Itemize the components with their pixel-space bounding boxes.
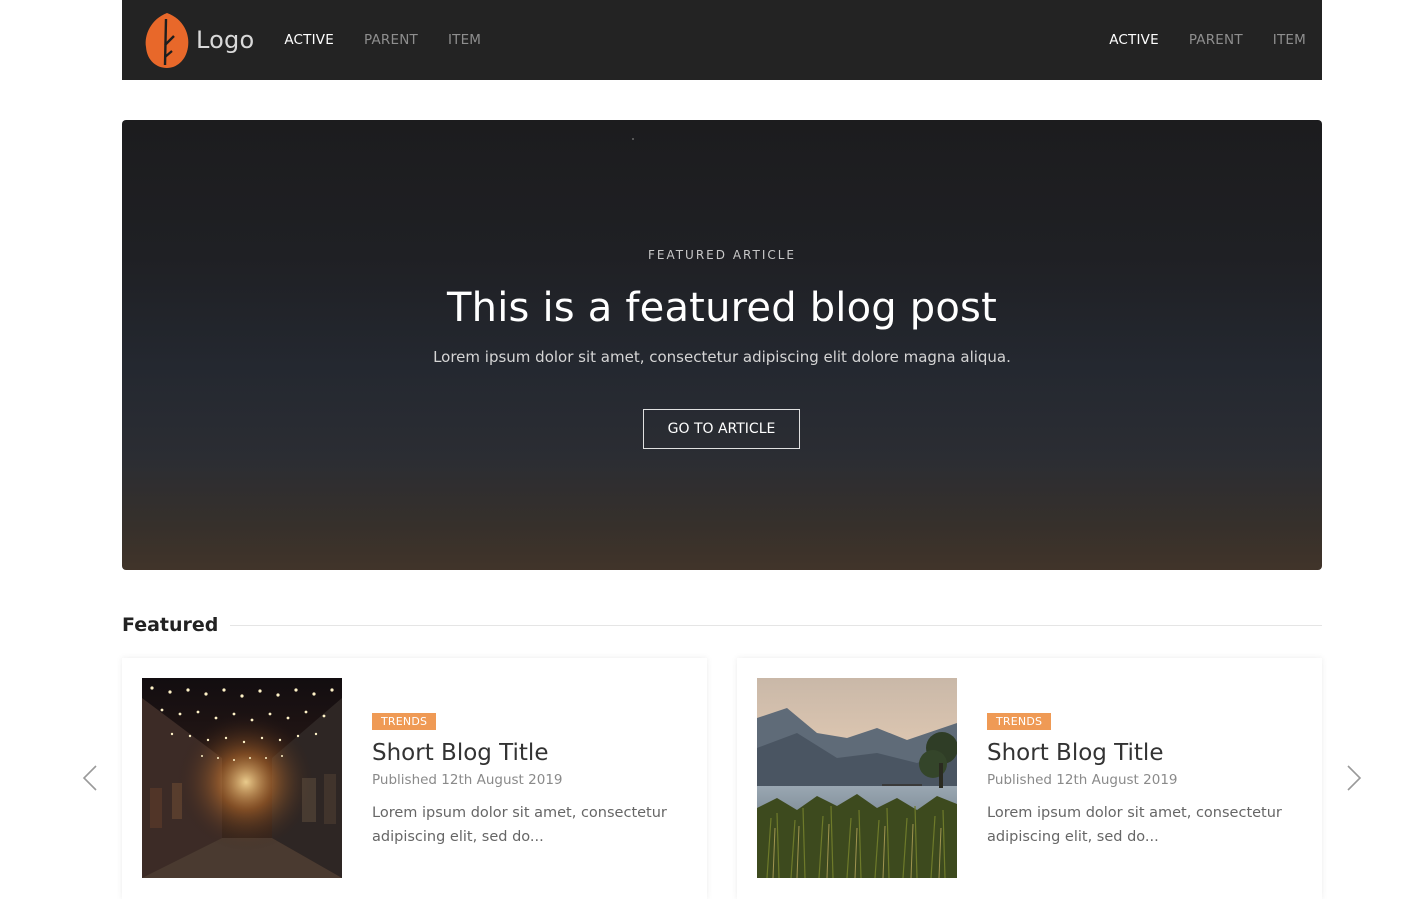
go-to-article-button[interactable]: GO TO ARTICLE	[643, 409, 800, 449]
blog-card-title[interactable]: Short Blog Title	[987, 740, 1307, 766]
blog-card-image-street-lights[interactable]	[142, 678, 342, 878]
leaf-logo-icon	[144, 11, 190, 69]
nav-right-active-link[interactable]: ACTIVE	[1109, 32, 1159, 48]
section-divider	[230, 624, 1322, 626]
nav-right-item-link[interactable]: ITEM	[1273, 32, 1306, 48]
brand-logo-link[interactable]: Logo	[144, 11, 254, 69]
blog-card-excerpt: Lorem ipsum dolor sit amet, consectetur …	[987, 805, 1282, 845]
blog-card: TRENDS Short Blog Title Published 12th A…	[122, 658, 707, 899]
nav-left-active-link[interactable]: ACTIVE	[284, 32, 334, 48]
brand-text: Logo	[196, 26, 255, 54]
blog-card-title[interactable]: Short Blog Title	[372, 740, 692, 766]
nav-left-item-link[interactable]: ITEM	[448, 32, 481, 48]
blog-card-body: TRENDS Short Blog Title Published 12th A…	[987, 710, 1307, 849]
carousel-next-button[interactable]	[1344, 764, 1364, 792]
category-badge[interactable]: TRENDS	[372, 713, 437, 730]
blog-card-date: Published 12th August 2019	[372, 772, 563, 788]
nav-left-parent-link[interactable]: PARENT	[364, 32, 418, 48]
blog-card: TRENDS Short Blog Title Published 12th A…	[737, 658, 1322, 899]
hero-title: This is a featured blog post	[447, 285, 997, 331]
chevron-right-icon	[1347, 765, 1362, 791]
hero-description: Lorem ipsum dolor sit amet, consectetur …	[433, 348, 1011, 366]
chevron-left-icon	[82, 765, 97, 791]
carousel-prev-button[interactable]	[80, 764, 100, 792]
nav-right-parent-link[interactable]: PARENT	[1189, 32, 1243, 48]
featured-section-title: Featured	[122, 614, 219, 636]
top-navbar: Logo ACTIVE PARENT ITEM ACTIVE PARENT IT…	[122, 0, 1322, 80]
hero-background-star	[632, 138, 634, 140]
blog-card-body: TRENDS Short Blog Title Published 12th A…	[372, 710, 692, 849]
hero-eyebrow-label: FEATURED ARTICLE	[647, 248, 797, 262]
blog-card-date: Published 12th August 2019	[987, 772, 1178, 788]
nav-left-menu: ACTIVE PARENT ITEM	[284, 32, 511, 48]
nav-right-menu: ACTIVE PARENT ITEM	[1109, 32, 1306, 48]
blog-card-image-lake[interactable]	[757, 678, 957, 878]
featured-section-header: Featured	[122, 612, 1322, 638]
featured-hero-banner: FEATURED ARTICLE This is a featured blog…	[122, 120, 1322, 570]
blog-card-excerpt: Lorem ipsum dolor sit amet, consectetur …	[372, 805, 667, 845]
category-badge[interactable]: TRENDS	[987, 713, 1052, 730]
